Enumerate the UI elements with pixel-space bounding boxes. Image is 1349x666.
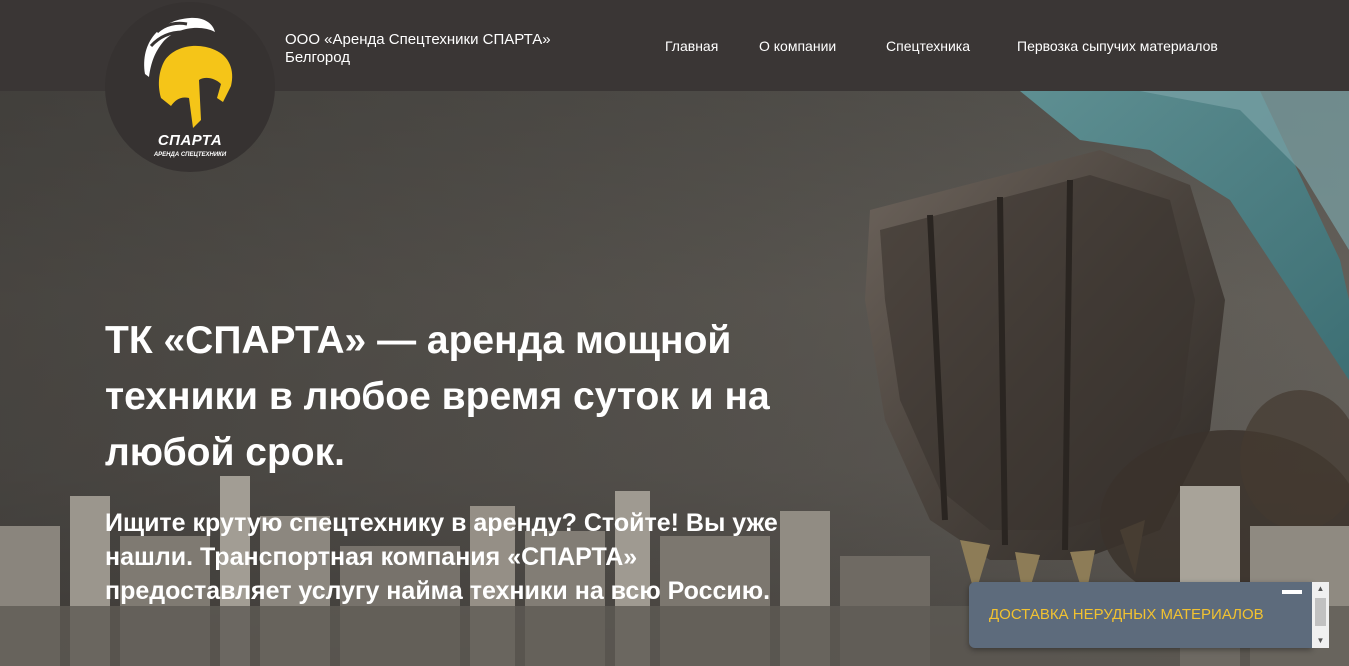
scroll-up-icon[interactable]: ▲ [1312,582,1329,596]
nav-item-bulk-transport[interactable]: Первозка сыпучих материалов [1017,38,1218,54]
widget-scrollbar[interactable]: ▲ ▼ [1312,582,1329,648]
delivery-widget[interactable]: ДОСТАВКА НЕРУДНЫХ МАТЕРИАЛОВ [969,582,1312,648]
scroll-down-icon[interactable]: ▼ [1312,634,1329,648]
logo-title: СПАРТА [157,132,223,149]
company-city: Белгород [285,49,351,66]
company-name-line: ООО «Аренда Спецтехники СПАРТА» [285,31,551,48]
company-name: ООО «Аренда Спецтехники СПАРТА» Белгород [285,31,551,67]
nav-item-home[interactable]: Главная [665,38,718,54]
nav-item-about[interactable]: О компании [759,38,836,54]
hero-lead-text: Ищите крутую спецтехнику в аренду? Стойт… [105,509,778,605]
site-logo[interactable]: СПАРТА АРЕНДА СПЕЦТЕХНИКИ [105,2,275,172]
delivery-widget-label[interactable]: ДОСТАВКА НЕРУДНЫХ МАТЕРИАЛОВ [989,606,1264,623]
scroll-thumb[interactable] [1315,598,1326,626]
nav-item-equipment[interactable]: Спецтехника [886,38,970,54]
logo-subtitle: АРЕНДА СПЕЦТЕХНИКИ [153,152,227,158]
minimize-icon[interactable] [1282,590,1302,594]
hero-headline: ТК «СПАРТА» — аренда мощной техники в лю… [105,319,770,474]
